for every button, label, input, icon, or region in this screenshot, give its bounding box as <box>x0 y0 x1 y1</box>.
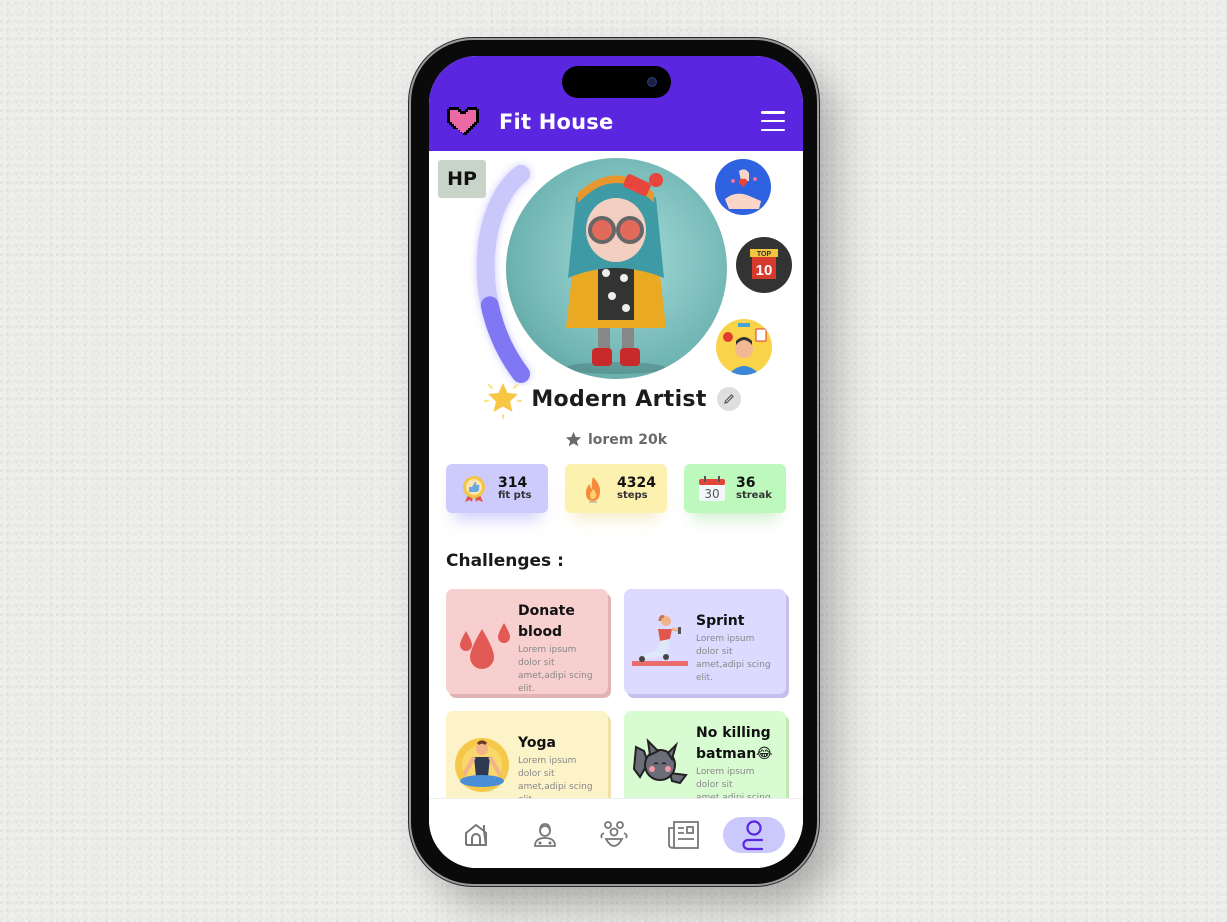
challenge-title: Yoga <box>518 735 556 751</box>
challenge-desc: Lorem ipsum dolor sit amet,adipi scing e… <box>696 767 771 801</box>
stats-row: 314 fit pts 4324 steps 30 36 streak <box>446 464 786 513</box>
nav-home[interactable] <box>447 817 505 853</box>
app-title: Fit House <box>499 110 614 134</box>
nav-profile[interactable] <box>723 817 785 853</box>
star-icon <box>565 431 582 447</box>
challenge-desc: Lorem ipsum dolor sit amet,adipi scing e… <box>518 756 593 801</box>
yoga-icon <box>455 738 509 792</box>
nav-doctor[interactable] <box>516 817 574 853</box>
profile-content: HP TOP 10 Modern Artist lorem 20k 314 fi… <box>429 151 803 801</box>
challenge-desc: Lorem ipsum dolor sit amet,adipi scing e… <box>696 634 771 683</box>
steps-label: steps <box>617 489 648 501</box>
fit-points-label: fit pts <box>498 489 532 501</box>
fit-points-value: 314 <box>498 474 528 491</box>
phone-frame: Fit House HP TOP 10 Modern Artist lorem … <box>411 40 817 884</box>
profile-avatar[interactable] <box>506 158 727 379</box>
bat-icon <box>632 738 688 785</box>
nav-news[interactable] <box>654 817 712 853</box>
user-name: Modern Artist <box>531 386 707 412</box>
runner-icon <box>632 615 688 666</box>
challenge-title: Donate blood <box>518 603 575 640</box>
home-icon <box>465 824 487 846</box>
top-10-badge[interactable]: TOP 10 <box>736 237 792 293</box>
edit-name-button[interactable] <box>716 387 741 411</box>
steps-value: 4324 <box>617 474 656 491</box>
stat-fit-points[interactable]: 314 fit pts <box>446 464 548 513</box>
stat-streak[interactable]: 30 36 streak <box>684 464 786 513</box>
challenges-heading: Challenges : <box>446 551 564 571</box>
fire-icon <box>586 476 601 502</box>
avatar-character-icon <box>566 173 666 374</box>
challenge-card-yoga[interactable]: Yoga Lorem ipsum dolor sit amet,adipi sc… <box>446 711 608 801</box>
challenge-card-sprint[interactable]: Sprint Lorem ipsum dolor sit amet,adipi … <box>624 589 786 694</box>
group-icon <box>600 821 628 847</box>
streak-label: streak <box>736 489 772 501</box>
challenge-desc: Lorem ipsum dolor sit amet,adipi scing e… <box>518 645 593 694</box>
calendar-30-icon: 30 <box>699 475 725 501</box>
rating-text: lorem 20k <box>587 431 668 448</box>
star-badge-icon <box>484 383 523 419</box>
challenge-title: No killing batman😂 <box>696 725 773 762</box>
rating-row: lorem 20k <box>429 431 803 448</box>
nav-community[interactable] <box>585 817 643 853</box>
streak-value: 36 <box>736 474 756 491</box>
fitness-person-badge[interactable] <box>716 319 772 375</box>
user-icon <box>742 820 764 851</box>
svg-text:TOP: TOP <box>757 251 772 258</box>
calendar-day: 30 <box>704 487 719 501</box>
challenge-title: Sprint <box>696 613 745 629</box>
newspaper-icon <box>668 821 699 849</box>
pencil-icon <box>723 394 734 404</box>
camera-icon <box>647 77 657 87</box>
hamburger-menu-icon[interactable] <box>761 111 785 131</box>
app-screen: Fit House HP TOP 10 Modern Artist lorem … <box>429 56 803 868</box>
pixel-heart-icon <box>447 107 479 135</box>
svg-text:10: 10 <box>756 262 773 279</box>
doctor-icon <box>534 823 556 847</box>
name-row: Modern Artist <box>429 379 803 419</box>
bottom-nav <box>429 798 803 868</box>
blood-drops-icon <box>460 623 510 669</box>
stat-steps[interactable]: 4324 steps <box>565 464 667 513</box>
medal-thumbs-up-icon <box>463 475 485 502</box>
dynamic-island <box>562 66 671 98</box>
challenge-card-donate-blood[interactable]: Donate blood Lorem ipsum dolor sit amet,… <box>446 589 608 694</box>
donate-heart-badge[interactable] <box>715 159 771 215</box>
challenge-card-no-killing-batman[interactable]: No killing batman😂 Lorem ipsum dolor sit… <box>624 711 786 801</box>
